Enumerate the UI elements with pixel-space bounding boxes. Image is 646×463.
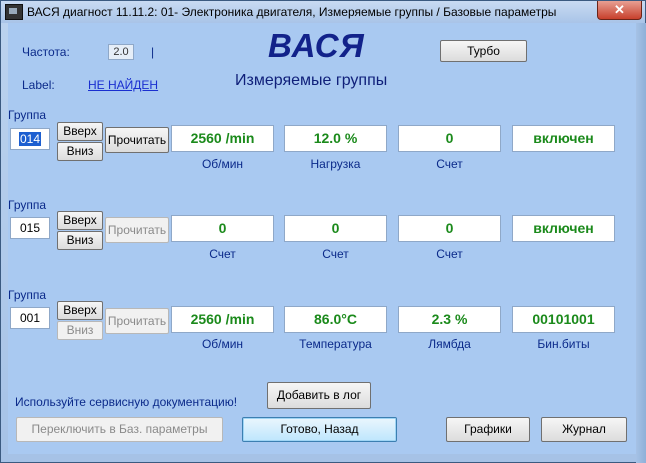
group-1-caption-2: Нагрузка <box>310 157 361 171</box>
group-2-label: Группа <box>8 198 47 212</box>
group-1-value-3: 0 <box>398 125 501 152</box>
group-2-caption-3: Счет <box>436 247 463 261</box>
group-1-read-button[interactable]: Прочитать <box>105 127 169 153</box>
app-icon <box>5 4 23 20</box>
client-area: Частота: 2.0 | Label: НЕ НАЙДЕН ВАСЯ Изм… <box>8 23 636 454</box>
group-2-up-button[interactable]: Вверх <box>57 211 103 230</box>
group-2-down-button[interactable]: Вниз <box>57 231 103 250</box>
group-2-value-2: 0 <box>284 215 387 242</box>
group-3-caption-2: Температура <box>299 337 372 351</box>
add-to-log-button[interactable]: Добавить в лог <box>267 382 371 409</box>
group-1-value-1: 2560 /min <box>171 125 274 152</box>
group-3-number-input[interactable]: 001 <box>10 307 50 329</box>
group-1-caption-1: Об/мин <box>201 157 244 171</box>
group-2-value-4: включен <box>512 215 615 242</box>
group-3-read-button[interactable]: Прочитать <box>105 308 169 334</box>
window-title: ВАСЯ диагност 11.11.2: 01- Электроника д… <box>27 5 557 19</box>
group-1-value-2: 12.0 % <box>284 125 387 152</box>
group-3-caption-4: Бин.биты <box>537 337 590 351</box>
label-status-link[interactable]: НЕ НАЙДЕН <box>88 78 158 92</box>
group-2-number-input[interactable]: 015 <box>10 217 50 239</box>
done-back-button[interactable]: Готово, Назад <box>242 417 397 442</box>
frequency-marker: | <box>151 45 155 59</box>
frequency-label: Частота: <box>22 45 70 59</box>
group-3-value-1: 2560 /min <box>171 306 274 333</box>
group-2-value-3: 0 <box>398 215 501 242</box>
group-2-caption-1: Счет <box>209 247 236 261</box>
group-3-caption-3: Лямбда <box>428 337 471 351</box>
group-3-down-button[interactable]: Вниз <box>57 321 103 340</box>
frequency-value: 2.0 <box>108 44 134 60</box>
journal-button[interactable]: Журнал <box>541 417 627 442</box>
group-2-value-1: 0 <box>171 215 274 242</box>
turbo-button[interactable]: Турбо <box>440 40 527 62</box>
switch-basic-params-button[interactable]: Переключить в Баз. параметры <box>16 417 223 442</box>
group-3-value-3: 2.3 % <box>398 306 501 333</box>
group-1-number-input[interactable]: 014 <box>10 128 50 150</box>
service-doc-hint: Используйте сервисную документацию! <box>15 395 238 409</box>
label-label: Label: <box>22 78 55 92</box>
group-3-label: Группа <box>8 288 47 302</box>
group-2-caption-2: Счет <box>322 247 349 261</box>
close-button[interactable]: ✕ <box>597 1 642 20</box>
window-frame-edge <box>636 23 646 463</box>
group-2-read-button[interactable]: Прочитать <box>105 217 169 243</box>
graphs-button[interactable]: Графики <box>446 417 530 442</box>
main-window: ВАСЯ диагност 11.11.2: 01- Электроника д… <box>0 0 646 463</box>
group-1-label: Группа <box>8 108 47 122</box>
title-bar[interactable]: ВАСЯ диагност 11.11.2: 01- Электроника д… <box>1 1 645 23</box>
group-1-down-button[interactable]: Вниз <box>57 142 103 161</box>
page-subtitle: Измеряемые группы <box>235 72 388 89</box>
group-1-up-button[interactable]: Вверх <box>57 122 103 141</box>
group-1-value-4: включен <box>512 125 615 152</box>
group-1-caption-3: Счет <box>436 157 463 171</box>
group-3-value-4: 00101001 <box>512 306 615 333</box>
group-3-caption-1: Об/мин <box>201 337 244 351</box>
group-3-up-button[interactable]: Вверх <box>57 301 103 320</box>
group-3-value-2: 86.0°C <box>284 306 387 333</box>
app-name-title: ВАСЯ <box>268 27 365 64</box>
